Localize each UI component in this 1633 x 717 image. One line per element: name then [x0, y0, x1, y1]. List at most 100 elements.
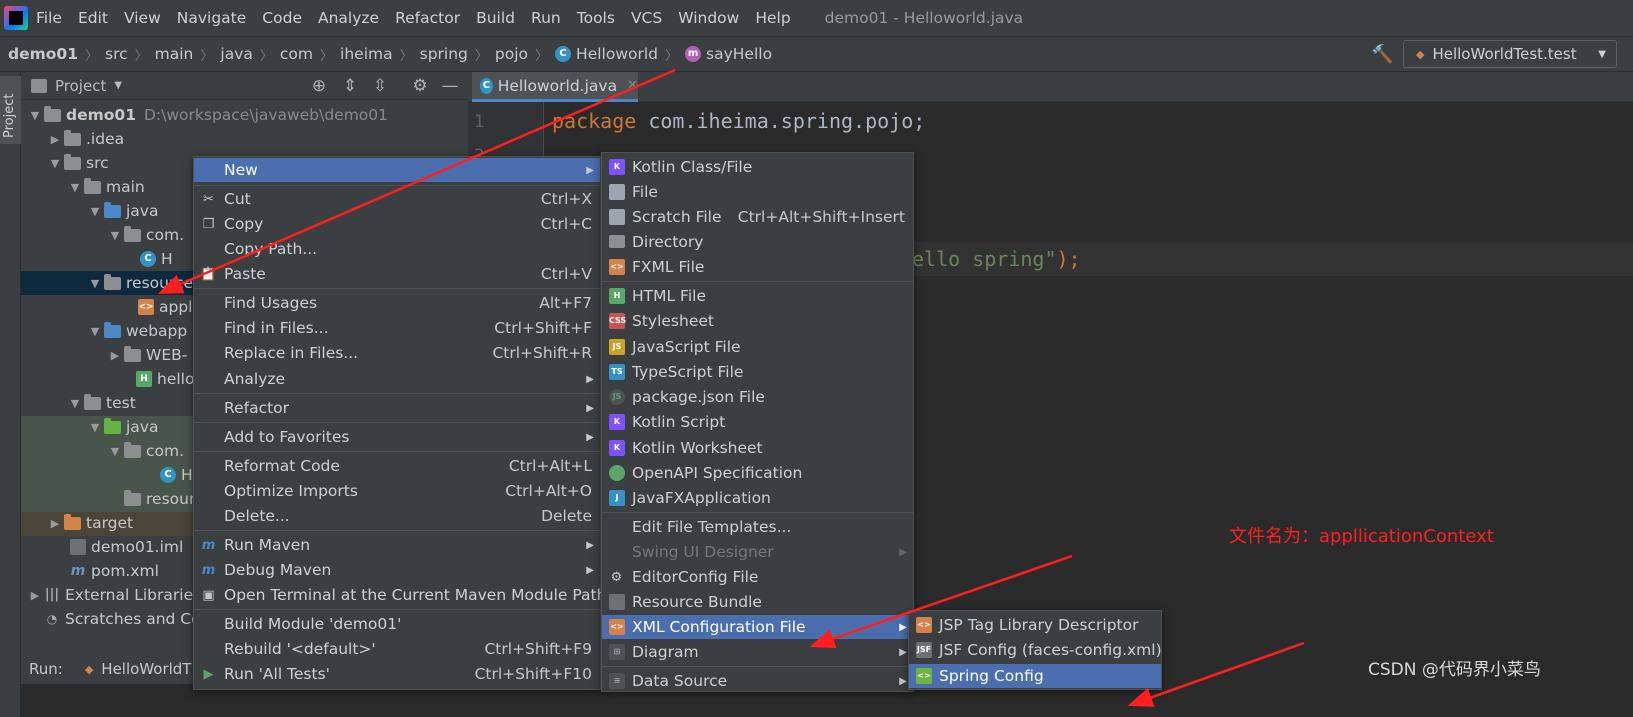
new-item-typescript[interactable]: TS TypeScript File — [602, 360, 913, 384]
tree-item-web-inf[interactable]: ▶ WEB- — [106, 343, 187, 367]
breadcrumb-item[interactable]: Helloworld — [576, 45, 658, 63]
menu-item-run-all-tests[interactable]: ▶ Run 'All Tests' Ctrl+Shift+F10 — [194, 662, 600, 686]
breadcrumb-item[interactable]: iheima — [340, 45, 393, 63]
new-item-package-json[interactable]: JS package.json File — [602, 385, 913, 409]
tree-item-class[interactable]: CH — [140, 247, 173, 271]
chevron-down-icon[interactable]: ▼ — [114, 80, 122, 91]
breadcrumb-item[interactable]: src — [105, 45, 128, 63]
new-item-javascript[interactable]: JS JavaScript File — [602, 335, 913, 359]
tree-item-applicationcontext[interactable]: <> appli — [138, 295, 197, 319]
menu-item-rebuild[interactable]: Rebuild '<default>' Ctrl+Shift+F9 — [194, 637, 600, 661]
menu-item-copy[interactable]: ❐ Copy Ctrl+C — [194, 212, 600, 236]
menu-item-new[interactable]: New ▶ — [194, 158, 600, 182]
menu-edit[interactable]: Edit — [78, 9, 108, 27]
breadcrumb-item[interactable]: com — [280, 45, 313, 63]
menu-item-delete[interactable]: Delete... Delete — [194, 504, 600, 528]
menu-item-build-module[interactable]: Build Module 'demo01' — [194, 612, 600, 636]
menu-item-reformat-code[interactable]: Reformat Code Ctrl+Alt+L — [194, 454, 600, 478]
new-item-xml-configuration[interactable]: <> XML Configuration File ▶ — [602, 615, 913, 639]
tree-item-java[interactable]: ▼ java — [86, 199, 158, 223]
breadcrumb-item[interactable]: sayHello — [706, 45, 772, 63]
tree-item-pom-xml[interactable]: m pom.xml — [70, 559, 159, 583]
tree-item-demo01-iml[interactable]: demo01.iml — [70, 535, 183, 559]
breadcrumb-item[interactable]: java — [220, 45, 252, 63]
run-tab[interactable]: HelloWorldT — [101, 660, 191, 678]
tree-item-scratches[interactable]: ◔ Scratches and Co — [44, 607, 201, 631]
tree-item-idea[interactable]: ▶ .idea — [46, 127, 124, 151]
menu-refactor[interactable]: Refactor — [395, 9, 460, 27]
tree-item-test[interactable]: ▼ test — [66, 391, 136, 415]
new-item-html[interactable]: H HTML File — [602, 284, 913, 308]
new-item-directory[interactable]: Directory — [602, 230, 913, 254]
code-line-1[interactable]: package com.iheima.spring.pojo; — [552, 109, 925, 133]
menu-item-optimize-imports[interactable]: Optimize Imports Ctrl+Alt+O — [194, 479, 600, 503]
menu-window[interactable]: Window — [678, 9, 739, 27]
new-item-openapi[interactable]: OpenAPI Specification — [602, 461, 913, 485]
tree-item-hello-html[interactable]: Hhello — [136, 367, 194, 391]
tree-item-test-class[interactable]: CH — [160, 463, 193, 487]
build-hammer-icon[interactable]: 🔨 — [1371, 44, 1393, 65]
menu-item-find-in-files[interactable]: Find in Files... Ctrl+Shift+F — [194, 316, 600, 340]
xml-item-jsp-tld[interactable]: <> JSP Tag Library Descriptor — [909, 613, 1161, 637]
new-item-resource-bundle[interactable]: Resource Bundle — [602, 590, 913, 614]
new-item-diagram[interactable]: ⊞ Diagram ▶ — [602, 640, 913, 664]
new-item-file[interactable]: File — [602, 180, 913, 204]
tree-item-package[interactable]: ▼ com. — [106, 223, 184, 247]
new-item-edit-templates[interactable]: Edit File Templates... — [602, 515, 913, 539]
new-item-data-source[interactable]: ≡ Data Source ▶ — [602, 669, 913, 693]
xml-item-spring-config[interactable]: <> Spring Config — [909, 664, 1161, 688]
new-item-javafx[interactable]: J JavaFXApplication — [602, 486, 913, 510]
project-panel-title[interactable]: Project — [55, 77, 106, 95]
expand-all-icon[interactable]: ⇕ — [340, 76, 360, 96]
new-item-editorconfig[interactable]: ⚙ EditorConfig File — [602, 565, 913, 589]
new-item-kotlin-worksheet[interactable]: K Kotlin Worksheet — [602, 436, 913, 460]
menu-tools[interactable]: Tools — [577, 9, 615, 27]
xml-item-jsf-config[interactable]: JSF JSF Config (faces-config.xml) — [909, 638, 1162, 662]
menu-item-open-terminal[interactable]: ▣ Open Terminal at the Current Maven Modu… — [194, 583, 606, 607]
menu-navigate[interactable]: Navigate — [177, 9, 247, 27]
locate-icon[interactable]: ⊕ — [309, 76, 329, 96]
menu-item-debug-maven[interactable]: m Debug Maven ▶ — [194, 558, 600, 582]
collapse-all-icon[interactable]: ⇳ — [370, 76, 390, 96]
breadcrumb-item[interactable]: main — [155, 45, 194, 63]
menu-item-add-to-favorites[interactable]: Add to Favorites ▶ — [194, 425, 600, 449]
tree-item-src[interactable]: ▼ src — [46, 151, 109, 175]
tab-helloworld-java[interactable]: C Helloworld.java ✕ — [472, 72, 638, 102]
project-side-tab[interactable]: Project — [0, 76, 21, 144]
breadcrumb-item[interactable]: pojo — [495, 45, 528, 63]
code-string-fragment[interactable]: ello spring"); — [912, 247, 1081, 271]
new-item-kotlin-script[interactable]: K Kotlin Script — [602, 410, 913, 434]
tree-item-target[interactable]: ▶ target — [46, 511, 133, 535]
tree-item-main[interactable]: ▼ main — [66, 175, 145, 199]
new-item-stylesheet[interactable]: CSS Stylesheet — [602, 309, 913, 333]
minimize-icon[interactable]: — — [440, 76, 460, 96]
menu-item-refactor[interactable]: Refactor ▶ — [194, 396, 600, 420]
new-item-scratch-file[interactable]: Scratch File Ctrl+Alt+Shift+Insert — [602, 205, 913, 229]
menu-item-paste[interactable]: 📋 Paste Ctrl+V — [194, 262, 600, 286]
tree-item-demo01[interactable]: ▼ demo01 D:\workspace\javaweb\demo01 — [26, 103, 388, 127]
menu-file[interactable]: File — [36, 9, 62, 27]
gear-icon[interactable]: ⚙ — [410, 76, 430, 96]
tree-item-external-libraries[interactable]: ▶ ||| External Libraries — [26, 583, 201, 607]
tree-item-test-package[interactable]: ▼ com. — [106, 439, 184, 463]
menu-item-copy-path[interactable]: Copy Path... — [194, 237, 600, 261]
menu-vcs[interactable]: VCS — [631, 9, 662, 27]
menu-item-run-maven[interactable]: m Run Maven ▶ — [194, 533, 600, 557]
breadcrumb-item[interactable]: spring — [420, 45, 468, 63]
menu-run[interactable]: Run — [531, 9, 561, 27]
menu-code[interactable]: Code — [262, 9, 302, 27]
new-item-fxml[interactable]: <> FXML File — [602, 255, 913, 279]
menu-analyze[interactable]: Analyze — [318, 9, 379, 27]
menu-item-cut[interactable]: ✂ Cut Ctrl+X — [194, 187, 600, 211]
menu-help[interactable]: Help — [755, 9, 790, 27]
close-icon[interactable]: ✕ — [627, 78, 638, 93]
tree-item-webapp[interactable]: ▼ webapp — [86, 319, 187, 343]
new-item-kotlin-class[interactable]: K Kotlin Class/File — [602, 155, 913, 179]
menu-build[interactable]: Build — [476, 9, 515, 27]
menu-item-analyze[interactable]: Analyze ▶ — [194, 367, 600, 391]
breadcrumb-item[interactable]: demo01 — [8, 45, 78, 63]
menu-item-find-usages[interactable]: Find Usages Alt+F7 — [194, 291, 600, 315]
run-config-select[interactable]: ◆ HelloWorldTest.test ▼ — [1403, 40, 1617, 68]
tree-item-resources[interactable]: ▼ resource — [86, 271, 193, 295]
tree-item-test-java[interactable]: ▼ java — [86, 415, 158, 439]
